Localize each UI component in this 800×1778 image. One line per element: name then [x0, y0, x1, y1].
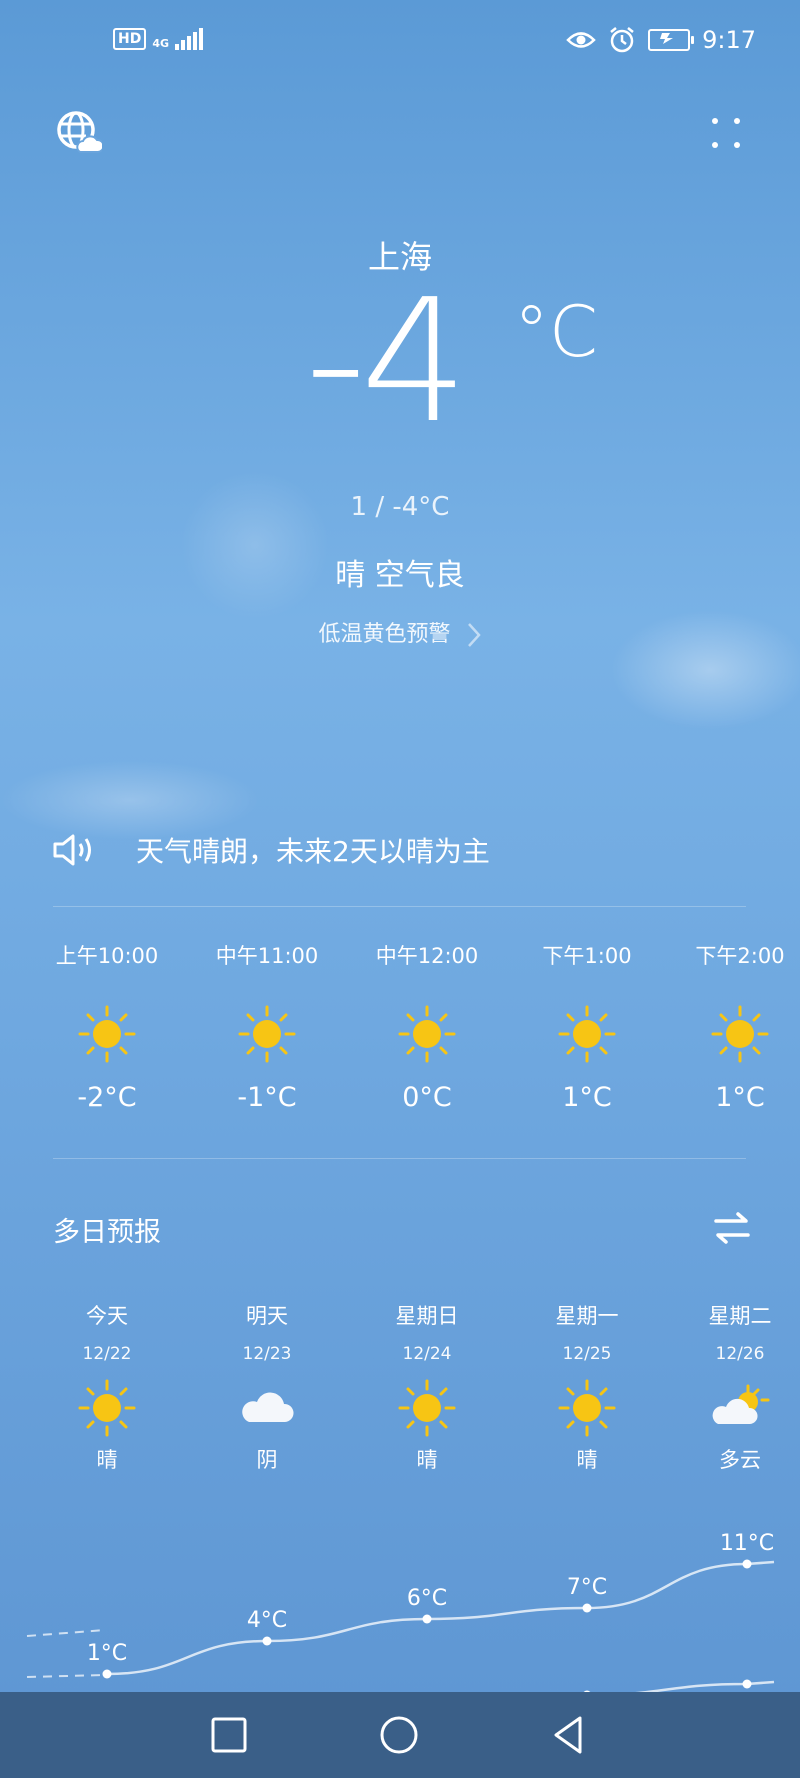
high-temp-point	[582, 1603, 592, 1613]
back-button[interactable]	[544, 1710, 594, 1760]
high-temp-point	[422, 1614, 432, 1624]
divider	[53, 1158, 746, 1159]
current-condition: 晴 空气良	[335, 558, 465, 593]
day-weather: 晴	[96, 1448, 118, 1472]
current-temperature: -4 °C	[0, 263, 800, 461]
high-temp-point	[102, 1669, 112, 1679]
circle-icon	[380, 1716, 418, 1754]
day-date: 12/23	[242, 1344, 292, 1364]
network-type: 4G	[152, 37, 170, 50]
status-bar-left: HD 4G	[113, 28, 204, 50]
high-temp-label: 7°C	[567, 1575, 607, 1600]
day-name: 明天	[246, 1304, 288, 1328]
hour-temp: 0°C	[402, 1082, 452, 1113]
sun-icon	[397, 1004, 457, 1064]
high-temp-label: 1°C	[87, 1641, 127, 1666]
eye-icon	[566, 32, 596, 48]
hourly-item: 上午10:00 -2°C	[47, 940, 167, 1113]
more-menu-button[interactable]	[706, 112, 746, 156]
high-temp-label: 11°C	[720, 1531, 774, 1556]
day-weather: 多云	[719, 1448, 761, 1472]
speaker-icon	[53, 834, 91, 866]
chevron-right-icon	[467, 623, 481, 647]
hourly-forecast[interactable]: 上午10:00 -2°C 中午11:00 -1°C 中午12:00 0°C 下午…	[0, 940, 800, 1140]
square-icon	[211, 1717, 247, 1753]
day-date: 12/25	[562, 1344, 612, 1364]
sun-icon	[557, 1378, 617, 1438]
navigation-bar	[0, 1692, 800, 1778]
alarm-icon	[610, 27, 634, 53]
day-date: 12/26	[715, 1344, 765, 1364]
hour-temp: 1°C	[715, 1082, 765, 1113]
swap-arrows-icon	[714, 1212, 750, 1244]
hour-time: 下午2:00	[695, 944, 785, 968]
day-weather: 晴	[416, 1448, 438, 1472]
sun-icon	[77, 1378, 137, 1438]
high-temp-label: 4°C	[247, 1608, 287, 1633]
day-item[interactable]: 明天 12/23 阴	[207, 1300, 327, 1474]
home-button[interactable]	[374, 1710, 424, 1760]
triangle-back-icon	[554, 1716, 582, 1754]
day-weather: 晴	[576, 1448, 598, 1472]
day-name: 星期一	[555, 1304, 619, 1328]
hour-time: 中午11:00	[215, 944, 319, 968]
hourly-item: 中午12:00 0°C	[367, 940, 487, 1113]
view-toggle-button[interactable]	[712, 1210, 752, 1246]
hour-time: 上午10:00	[55, 944, 159, 968]
hour-temp: -1°C	[237, 1082, 297, 1113]
status-bar-right: 9:17	[566, 26, 756, 54]
weather-broadcast[interactable]: 天气晴朗，未来2天以晴为主	[52, 830, 490, 870]
sun-icon	[237, 1004, 297, 1064]
partly-cloudy-icon	[710, 1378, 770, 1438]
trend-lead-low	[26, 1674, 106, 1678]
hour-temp: 1°C	[562, 1082, 612, 1113]
broadcast-text: 天气晴朗，未来2天以晴为主	[136, 835, 490, 868]
hourly-item: 下午2:00 1°C	[680, 940, 800, 1113]
day-date: 12/22	[82, 1344, 132, 1364]
temperature-trend-chart: 1°C4°C6°C7°C11°C-4°C-1°C-2°C0°C1°C	[26, 1531, 775, 1695]
today-range: 1 / -4°C	[350, 492, 450, 522]
globe-cloud-icon	[57, 111, 105, 153]
day-date: 12/24	[402, 1344, 452, 1364]
high-temp-point	[262, 1636, 272, 1646]
status-bar: HD 4G 9:17	[0, 0, 800, 90]
cloud-icon	[237, 1378, 297, 1438]
high-temp-label: 6°C	[407, 1586, 447, 1611]
recent-apps-button[interactable]	[204, 1710, 254, 1760]
sun-icon	[397, 1378, 457, 1438]
sun-icon	[710, 1004, 770, 1064]
sun-icon	[557, 1004, 617, 1064]
trend-lead-high	[26, 1629, 106, 1637]
hour-time: 下午1:00	[542, 944, 632, 968]
hourly-item: 中午11:00 -1°C	[207, 940, 327, 1113]
low-temp-point	[742, 1679, 752, 1689]
sun-icon	[77, 1004, 137, 1064]
city-manage-button[interactable]	[56, 110, 105, 156]
battery-icon	[648, 29, 695, 51]
divider	[53, 906, 746, 907]
day-item[interactable]: 星期一 12/25 晴	[527, 1300, 647, 1474]
day-weather: 阴	[256, 1448, 278, 1472]
day-name: 星期日	[395, 1304, 459, 1328]
hd-badge: HD	[113, 28, 147, 50]
day-name: 今天	[86, 1304, 128, 1328]
day-item[interactable]: 星期二 12/26 多云	[680, 1300, 800, 1474]
weather-alert-link[interactable]: 低温黄色预警	[0, 616, 800, 649]
alert-label: 低温黄色预警	[318, 622, 451, 647]
day-item[interactable]: 今天 12/22 晴	[47, 1300, 167, 1474]
signal-icon	[175, 28, 204, 50]
high-temp-point	[742, 1559, 752, 1569]
multiday-title: 多日预报	[53, 1217, 161, 1248]
high-temp-line	[106, 1560, 775, 1676]
day-name: 星期二	[708, 1304, 772, 1328]
hour-time: 中午12:00	[375, 944, 479, 968]
temperature-unit: °C	[514, 291, 598, 373]
clock-time: 9:17	[702, 26, 756, 54]
background-cloud	[0, 760, 260, 840]
temperature-value: -4	[305, 263, 468, 461]
hour-temp: -2°C	[77, 1082, 137, 1113]
hourly-item: 下午1:00 1°C	[527, 940, 647, 1113]
day-item[interactable]: 星期日 12/24 晴	[367, 1300, 487, 1474]
